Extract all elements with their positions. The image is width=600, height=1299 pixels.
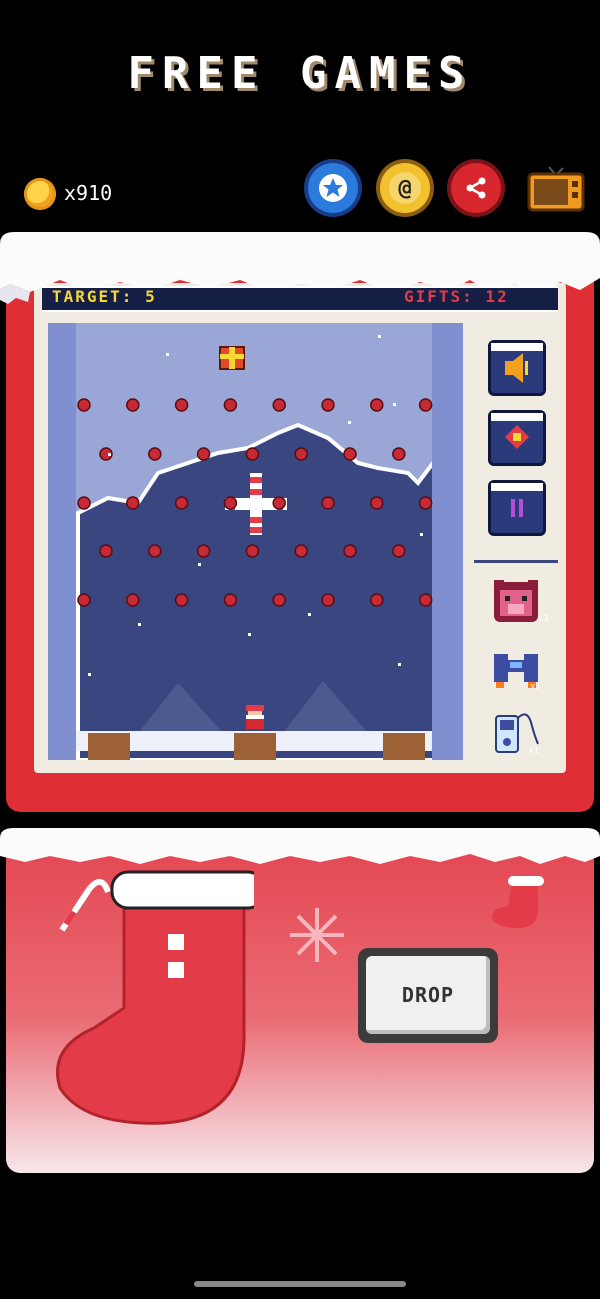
play-field-scene — [48, 323, 463, 760]
peg — [294, 544, 308, 558]
peg — [77, 398, 91, 412]
boar-icon — [494, 580, 538, 622]
gift-icon — [219, 346, 245, 370]
peg — [370, 398, 384, 412]
snow-dot — [166, 353, 169, 356]
target-label: TARGET: 5 — [52, 287, 157, 306]
boar-powerup[interactable] — [488, 574, 544, 630]
star-button[interactable] — [308, 163, 358, 213]
star-icon — [319, 174, 347, 202]
snow-dot — [420, 533, 423, 536]
peg — [418, 398, 433, 412]
peg — [245, 544, 260, 558]
peg — [272, 496, 286, 510]
peg — [321, 593, 335, 607]
snow-dot — [198, 563, 201, 566]
peg — [392, 447, 406, 461]
tv-button[interactable] — [527, 165, 585, 212]
gadget-count: x1 — [528, 746, 539, 756]
pause-button[interactable] — [488, 480, 546, 536]
contact-button[interactable]: @ — [380, 163, 430, 213]
peg — [370, 496, 384, 510]
stocking-icon — [56, 870, 254, 1125]
snow-dot — [308, 613, 311, 616]
share-icon — [466, 177, 486, 199]
peg — [294, 447, 308, 461]
boar-count: x1 — [538, 614, 549, 624]
play-field[interactable] — [48, 323, 463, 760]
peg — [174, 398, 189, 412]
peg — [174, 593, 189, 607]
peg — [126, 398, 140, 412]
peg — [245, 447, 260, 461]
share-button[interactable] — [451, 163, 501, 213]
snow-dot — [248, 633, 251, 636]
coin-icon — [24, 178, 56, 210]
peg — [321, 496, 335, 510]
peg — [272, 398, 286, 412]
panel-divider — [474, 560, 558, 563]
peg — [99, 544, 113, 558]
peg — [148, 544, 162, 558]
ornament-icon — [491, 413, 543, 449]
small-stocking-icon — [492, 876, 544, 928]
peg — [196, 544, 211, 558]
santa-character — [246, 705, 264, 729]
snow-dot — [378, 335, 381, 338]
snowflake-icon — [290, 908, 344, 962]
snow-dot — [138, 623, 141, 626]
peg — [370, 593, 384, 607]
pause-icon — [491, 483, 543, 517]
peg — [418, 496, 433, 510]
drop-button[interactable]: DROP — [366, 956, 490, 1034]
snow-dot — [398, 663, 401, 666]
peg — [223, 496, 238, 510]
peg — [223, 593, 238, 607]
peg — [418, 593, 433, 607]
snow-dot — [348, 421, 351, 424]
tv-icon — [527, 166, 585, 212]
peg — [392, 544, 406, 558]
rocket-count: x1 — [530, 682, 541, 692]
snow-dot — [88, 673, 91, 676]
peg — [126, 496, 140, 510]
peg — [126, 593, 140, 607]
peg — [196, 447, 211, 461]
peg — [174, 496, 189, 510]
page-title: FREE GAMES — [127, 48, 473, 99]
snow-dot — [393, 403, 396, 406]
peg — [77, 593, 91, 607]
home-indicator[interactable] — [194, 1281, 406, 1287]
peg — [148, 447, 162, 461]
peg — [272, 593, 286, 607]
peg — [77, 496, 91, 510]
snow-dot — [108, 453, 111, 456]
coin-count: x910 — [64, 181, 113, 205]
speaker-icon — [491, 343, 543, 383]
gifts-label: GIFTS: 12 — [404, 287, 509, 306]
peg — [343, 447, 357, 461]
peg — [343, 544, 357, 558]
ornament-button[interactable] — [488, 410, 546, 466]
sound-button[interactable] — [488, 340, 546, 396]
peg — [321, 398, 335, 412]
at-icon: @ — [389, 172, 421, 204]
peg — [223, 398, 238, 412]
